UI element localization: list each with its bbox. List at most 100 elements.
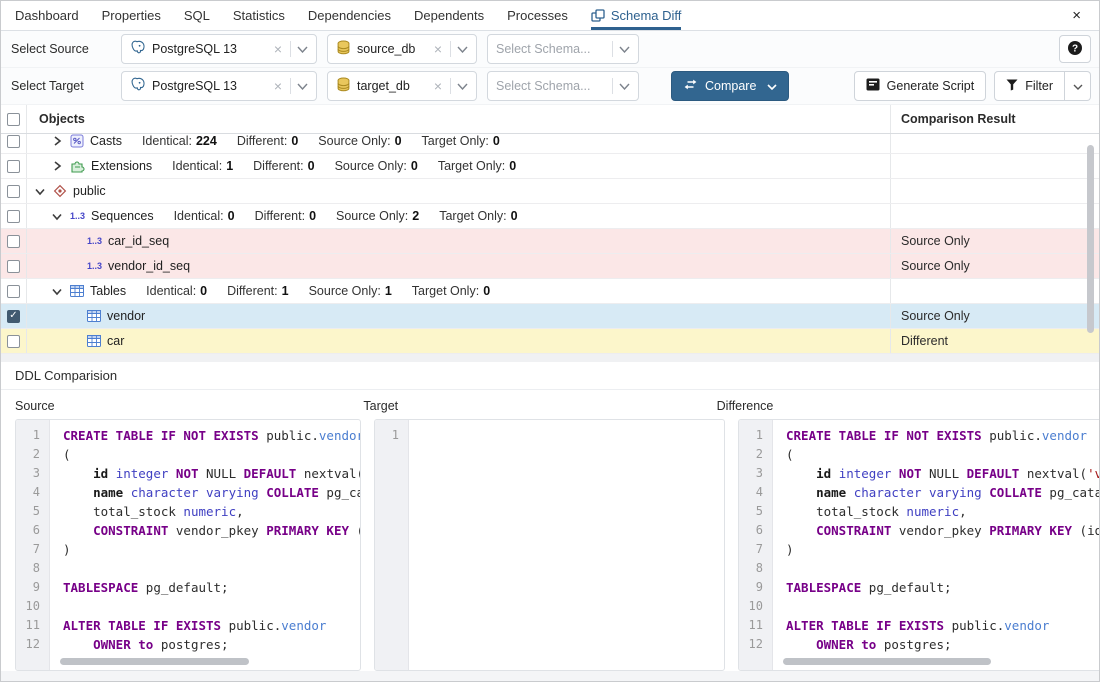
source-database-select[interactable]: source_db × <box>327 34 477 64</box>
tab-properties[interactable]: Properties <box>102 1 161 30</box>
table-row[interactable]: ✓vendorSource Only <box>1 304 1099 329</box>
table-row[interactable]: TablesIdentical:0Different:1Source Only:… <box>1 279 1099 304</box>
row-checkbox[interactable] <box>7 135 20 148</box>
clear-icon[interactable]: × <box>272 42 284 56</box>
ddl-comparison-title: DDL Comparision <box>1 362 1099 390</box>
count-different: Different:1 <box>227 284 288 298</box>
count-identical: Identical:0 <box>174 209 235 223</box>
count-target-only: Target Only:0 <box>412 284 490 298</box>
table-row[interactable]: 1..3vendor_id_seqSource Only <box>1 254 1099 279</box>
extensions-icon <box>70 159 85 173</box>
objects-column-header: Objects <box>27 112 890 126</box>
count-target-only: Target Only:0 <box>438 159 516 173</box>
chevron-down-icon[interactable] <box>457 83 468 90</box>
row-label: public <box>73 184 106 198</box>
ddl-difference-header: Difference <box>717 399 1085 413</box>
tab-statistics[interactable]: Statistics <box>233 1 285 30</box>
chevron-down-icon[interactable] <box>33 187 47 196</box>
ddl-source-editor[interactable]: 123456789101112CREATE TABLE IF NOT EXIST… <box>15 419 361 671</box>
schema-diff-window: Dashboard Properties SQL Statistics Dependen… <box>0 0 1100 682</box>
row-checkbox[interactable] <box>7 335 20 348</box>
close-icon[interactable]: × <box>1068 6 1085 25</box>
count-source-only: Source Only:1 <box>309 284 392 298</box>
count-source-only: Source Only:0 <box>318 134 401 148</box>
tab-sql[interactable]: SQL <box>184 1 210 30</box>
vertical-scrollbar[interactable] <box>1087 145 1094 333</box>
comparison-result-cell <box>890 154 1081 178</box>
row-checkbox[interactable] <box>7 285 20 298</box>
comparison-result-cell: Source Only <box>890 229 1081 253</box>
schema-icon <box>53 184 67 198</box>
tab-schema-diff[interactable]: Schema Diff <box>591 1 682 30</box>
clear-icon[interactable]: × <box>432 79 444 93</box>
target-schema-select[interactable]: Select Schema... <box>487 71 639 101</box>
source-schema-select[interactable]: Select Schema... <box>487 34 639 64</box>
filter-dropdown-button[interactable] <box>1065 71 1091 101</box>
tab-label: Processes <box>507 8 568 23</box>
chevron-down-icon[interactable] <box>457 46 468 53</box>
ddl-target-editor[interactable]: 1 <box>374 419 725 671</box>
count-target-only: Target Only:0 <box>439 209 517 223</box>
target-database-select[interactable]: target_db × <box>327 71 477 101</box>
count-identical: Identical:0 <box>146 284 207 298</box>
table-row[interactable]: carDifferent <box>1 329 1099 354</box>
chevron-down-icon[interactable] <box>619 46 630 53</box>
sequence-icon: 1..3 <box>70 211 85 221</box>
generate-script-button[interactable]: Generate Script <box>854 71 987 101</box>
filter-button-label: Filter <box>1025 79 1053 93</box>
row-checkbox[interactable] <box>7 260 20 273</box>
tab-label: SQL <box>184 8 210 23</box>
objects-table-header: Objects Comparison Result <box>1 105 1099 134</box>
tab-dependents[interactable]: Dependents <box>414 1 484 30</box>
compare-icon <box>683 79 698 93</box>
table-row[interactable]: ExtensionsIdentical:1Different:0Source O… <box>1 154 1099 179</box>
tab-dependencies[interactable]: Dependencies <box>308 1 391 30</box>
objects-table-body: CastsIdentical:224Different:0Source Only… <box>1 134 1099 354</box>
row-label: vendor <box>107 309 145 323</box>
select-source-row: Select Source PostgreSQL 13 × source_db … <box>1 31 1099 68</box>
comparison-result-column-header: Comparison Result <box>890 105 1081 133</box>
chevron-down-icon <box>1073 79 1083 93</box>
line-number-gutter: 123456789101112 <box>739 420 773 670</box>
table-row[interactable]: 1..3car_id_seqSource Only <box>1 229 1099 254</box>
clear-icon[interactable]: × <box>272 79 284 93</box>
chevron-down-icon[interactable] <box>619 83 630 90</box>
ddl-difference-editor[interactable]: 123456789101112CREATE TABLE IF NOT EXIST… <box>738 419 1100 671</box>
table-row[interactable]: CastsIdentical:224Different:0Source Only… <box>1 134 1099 154</box>
filter-button[interactable]: Filter <box>994 71 1065 101</box>
count-source-only: Source Only:0 <box>335 159 418 173</box>
horizontal-scrollbar[interactable] <box>783 658 991 665</box>
horizontal-scrollbar[interactable] <box>60 658 249 665</box>
source-server-select[interactable]: PostgreSQL 13 × <box>121 34 317 64</box>
chevron-down-icon[interactable] <box>297 83 308 90</box>
tab-label: Properties <box>102 8 161 23</box>
filter-icon <box>1006 79 1018 94</box>
clear-icon[interactable]: × <box>432 42 444 56</box>
tab-processes[interactable]: Processes <box>507 1 568 30</box>
chevron-right-icon[interactable] <box>50 136 64 146</box>
count-different: Different:0 <box>253 159 314 173</box>
table-row[interactable]: 1..3SequencesIdentical:0Different:0Sourc… <box>1 204 1099 229</box>
comparison-result-cell: Different <box>890 329 1081 353</box>
chevron-down-icon[interactable] <box>50 287 64 296</box>
row-checkbox[interactable] <box>7 160 20 173</box>
table-row[interactable]: public <box>1 179 1099 204</box>
chevron-down-icon[interactable] <box>767 79 777 93</box>
row-checkbox[interactable]: ✓ <box>7 310 20 323</box>
chevron-down-icon[interactable] <box>297 46 308 53</box>
row-checkbox[interactable] <box>7 185 20 198</box>
postgresql-icon <box>130 40 146 59</box>
tab-dashboard[interactable]: Dashboard <box>15 1 79 30</box>
compare-button[interactable]: Compare <box>671 71 789 101</box>
generate-script-label: Generate Script <box>887 79 975 93</box>
row-checkbox[interactable] <box>7 235 20 248</box>
line-number-gutter: 1 <box>375 420 409 670</box>
chevron-down-icon[interactable] <box>50 212 64 221</box>
svg-text:?: ? <box>1072 43 1078 54</box>
select-all-checkbox[interactable] <box>7 113 20 126</box>
row-checkbox[interactable] <box>7 210 20 223</box>
help-button[interactable]: ? <box>1059 35 1091 63</box>
ddl-panel-headers: Source Target Difference <box>1 390 1099 419</box>
chevron-right-icon[interactable] <box>50 161 64 171</box>
target-server-select[interactable]: PostgreSQL 13 × <box>121 71 317 101</box>
